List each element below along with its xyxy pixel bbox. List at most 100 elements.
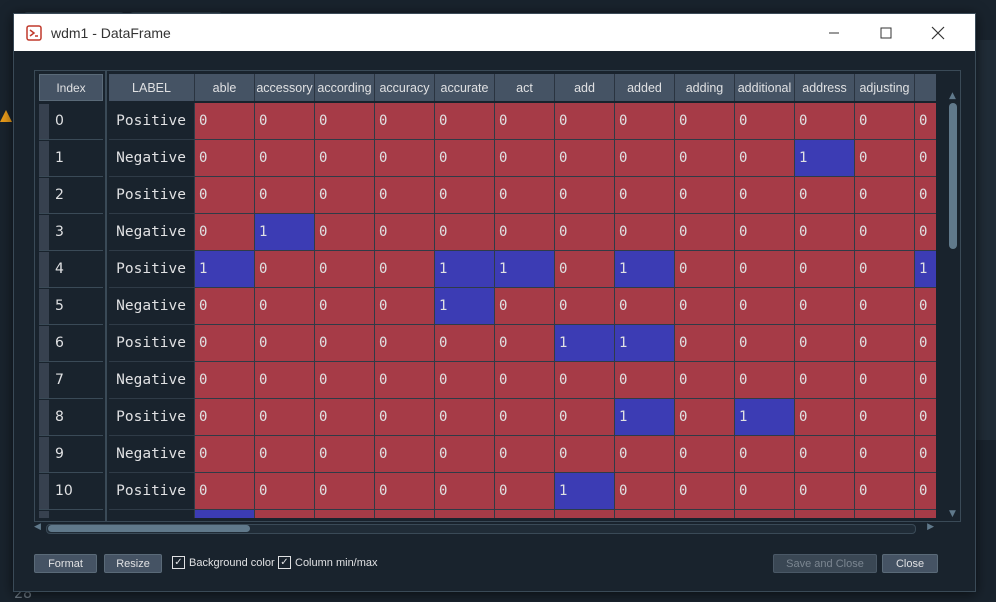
data-cell[interactable]: 0 [555, 510, 615, 518]
column-header[interactable]: accurate [435, 74, 495, 101]
data-cell[interactable]: 0 [315, 288, 375, 325]
column-minmax-checkbox[interactable]: ✓ Column min/max [278, 556, 378, 569]
data-cell[interactable]: 0 [495, 362, 555, 399]
data-cell[interactable]: 0 [195, 140, 255, 177]
data-cell[interactable]: 0 [435, 140, 495, 177]
vertical-scroll-thumb[interactable] [949, 103, 957, 249]
scroll-left-icon[interactable]: ◀ [34, 522, 41, 532]
data-cell[interactable]: 0 [315, 251, 375, 288]
label-cell[interactable]: Negative [109, 214, 195, 251]
data-cell[interactable]: 0 [255, 140, 315, 177]
data-cell[interactable]: 0 [495, 510, 555, 518]
index-row[interactable]: 7 [39, 362, 103, 399]
data-cell[interactable]: 0 [915, 214, 936, 251]
label-cell[interactable]: Positive [109, 251, 195, 288]
data-cell[interactable]: 0 [795, 103, 855, 140]
data-cell[interactable]: 0 [435, 436, 495, 473]
label-cell[interactable]: Negative [109, 140, 195, 177]
data-cell[interactable]: 0 [555, 140, 615, 177]
data-cell[interactable]: 0 [195, 288, 255, 325]
label-cell[interactable]: Positive [109, 325, 195, 362]
data-cell[interactable]: 0 [675, 288, 735, 325]
data-cell[interactable]: 0 [615, 103, 675, 140]
data-cell[interactable]: 0 [375, 399, 435, 436]
data-cell[interactable]: 1 [795, 140, 855, 177]
data-cell[interactable]: 0 [675, 214, 735, 251]
horizontal-scrollbar[interactable]: ◀ ▶ [34, 522, 934, 534]
data-cell[interactable]: 0 [855, 177, 915, 214]
data-cell[interactable]: 0 [795, 251, 855, 288]
data-cell[interactable]: 1 [735, 399, 795, 436]
minimize-button[interactable] [811, 14, 857, 51]
data-cell[interactable]: 0 [435, 103, 495, 140]
data-cell[interactable]: 0 [555, 288, 615, 325]
label-cell[interactable]: Positive [109, 399, 195, 436]
data-cell[interactable]: 0 [795, 473, 855, 510]
data-cell[interactable]: 1 [915, 251, 936, 288]
data-cell[interactable]: 0 [855, 399, 915, 436]
data-cell[interactable]: 0 [675, 510, 735, 518]
data-cell[interactable]: 0 [855, 362, 915, 399]
data-cell[interactable]: 0 [315, 103, 375, 140]
data-cell[interactable]: 0 [375, 362, 435, 399]
index-row[interactable]: 8 [39, 399, 103, 436]
column-header[interactable]: accessory [255, 74, 315, 101]
index-row[interactable]: 1 [39, 140, 103, 177]
data-cell[interactable]: 1 [255, 214, 315, 251]
data-cell[interactable]: 0 [915, 473, 936, 510]
data-cell[interactable]: 0 [495, 473, 555, 510]
data-cell[interactable]: 0 [555, 251, 615, 288]
data-cell[interactable]: 0 [855, 251, 915, 288]
data-cell[interactable]: 0 [735, 510, 795, 518]
index-row[interactable] [39, 510, 103, 518]
data-cell[interactable]: 1 [555, 473, 615, 510]
data-cell[interactable]: 0 [675, 473, 735, 510]
data-cell[interactable]: 0 [195, 325, 255, 362]
data-cell[interactable]: 0 [735, 436, 795, 473]
data-cell[interactable]: 0 [795, 399, 855, 436]
data-cell[interactable]: 0 [195, 103, 255, 140]
data-cell[interactable]: 0 [495, 399, 555, 436]
data-cell[interactable]: 0 [855, 325, 915, 362]
index-row[interactable]: 5 [39, 288, 103, 325]
data-cell[interactable]: 0 [675, 251, 735, 288]
data-cell[interactable]: 0 [555, 399, 615, 436]
dataframe-grid[interactable]: Index 0 1 2 3 4 5 6 7 8 9 10 LABEL able accessory acc… [34, 70, 961, 522]
data-cell[interactable]: 0 [195, 214, 255, 251]
data-cell[interactable]: 0 [675, 362, 735, 399]
data-cell[interactable]: 0 [735, 473, 795, 510]
index-header[interactable]: Index [39, 74, 103, 101]
data-cell[interactable]: 0 [255, 510, 315, 518]
label-cell[interactable]: Negative [109, 436, 195, 473]
data-cell[interactable]: 0 [735, 103, 795, 140]
data-cell[interactable]: 0 [315, 325, 375, 362]
data-cell[interactable]: 0 [735, 214, 795, 251]
data-cell[interactable]: 1 [195, 251, 255, 288]
data-cell[interactable]: 0 [855, 103, 915, 140]
data-cell[interactable]: 0 [855, 473, 915, 510]
title-bar[interactable]: wdm1 - DataFrame [14, 14, 975, 51]
index-row[interactable]: 9 [39, 436, 103, 473]
data-cell[interactable]: 0 [615, 177, 675, 214]
label-cell[interactable]: Negative [109, 362, 195, 399]
vertical-scrollbar[interactable]: ▲ ▼ [946, 91, 960, 521]
data-cell[interactable]: 0 [615, 362, 675, 399]
data-cell[interactable]: 0 [375, 325, 435, 362]
column-header[interactable]: add [555, 74, 615, 101]
column-header[interactable]: act [495, 74, 555, 101]
data-cell[interactable]: 0 [795, 288, 855, 325]
horizontal-scroll-thumb[interactable] [48, 525, 250, 532]
data-cell[interactable]: 0 [915, 140, 936, 177]
data-cell[interactable]: 0 [915, 103, 936, 140]
data-cell[interactable]: 0 [315, 214, 375, 251]
data-cell[interactable]: 0 [735, 251, 795, 288]
data-cell[interactable]: 0 [855, 436, 915, 473]
data-cell[interactable]: 0 [435, 325, 495, 362]
data-cell[interactable]: 0 [375, 510, 435, 518]
index-row[interactable]: 2 [39, 177, 103, 214]
data-cell[interactable]: 0 [495, 177, 555, 214]
index-row[interactable]: 0 [39, 103, 103, 140]
data-cell[interactable]: 0 [195, 473, 255, 510]
close-button[interactable]: Close [882, 554, 938, 573]
scroll-down-icon[interactable]: ▼ [949, 509, 956, 519]
